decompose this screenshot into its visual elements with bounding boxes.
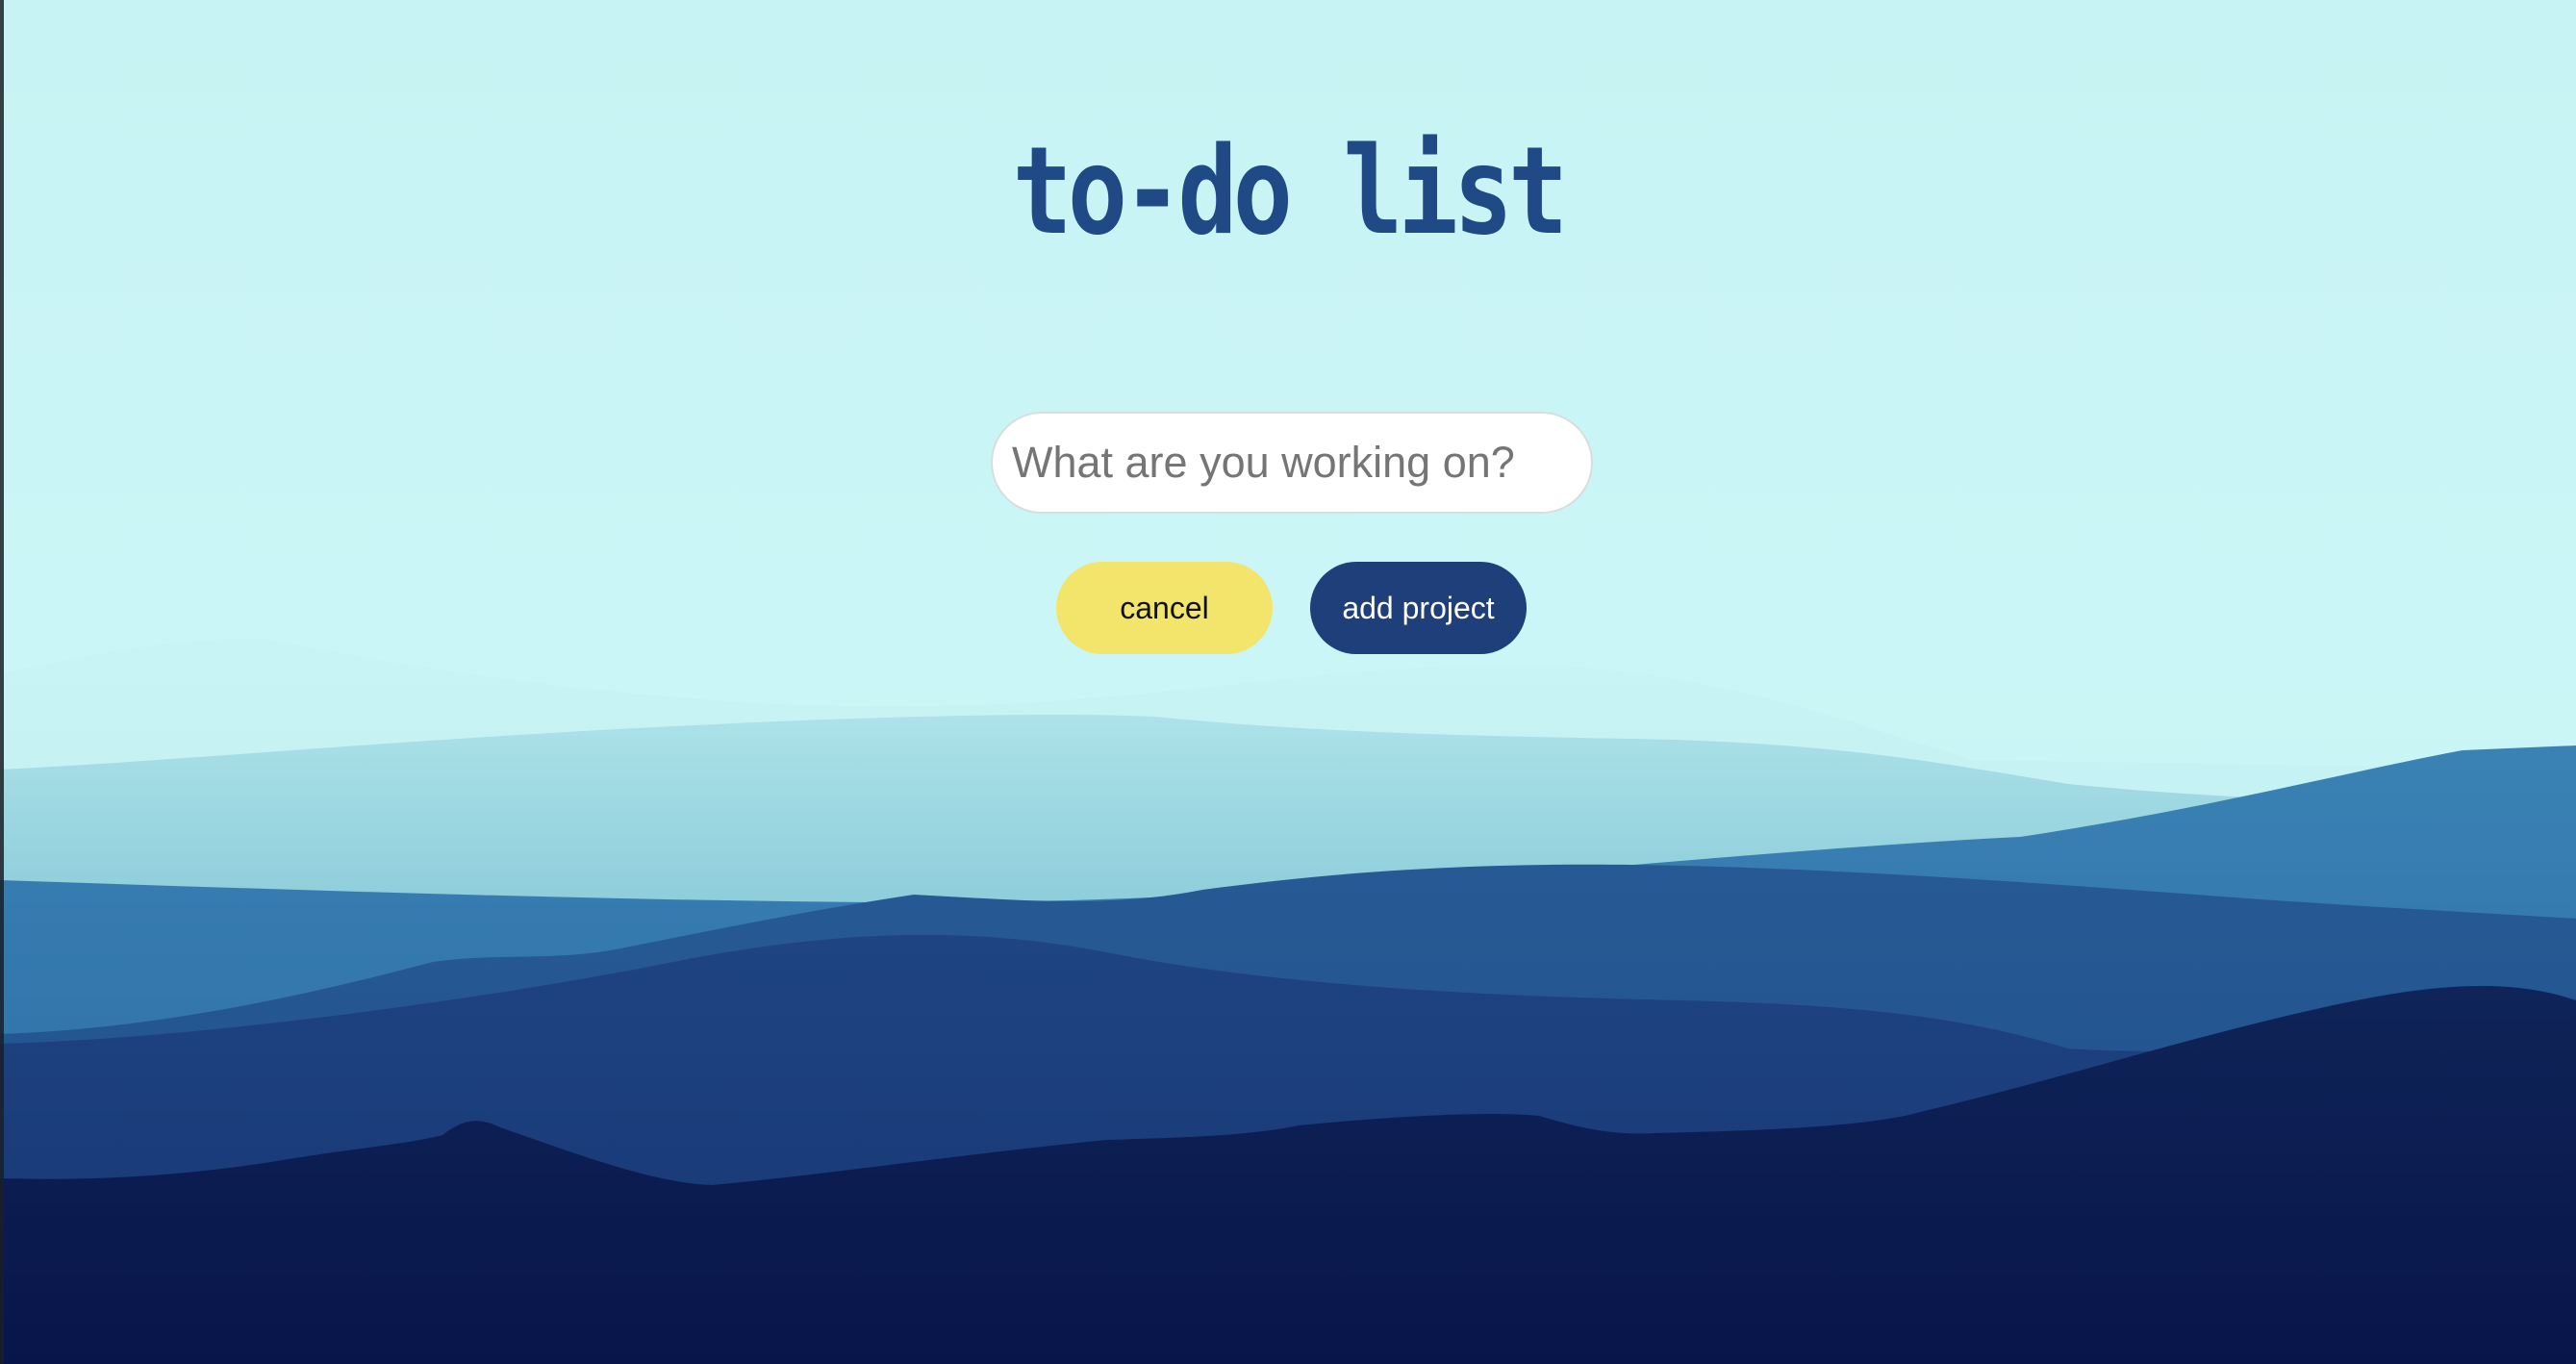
- app-screen: to-do list cancel add project: [0, 0, 2576, 1364]
- window-edge: [0, 0, 4, 1364]
- project-input-wrapper: [991, 412, 1593, 514]
- page-title: to-do list: [1012, 120, 1569, 263]
- add-project-button[interactable]: add project: [1310, 562, 1527, 654]
- cancel-button[interactable]: cancel: [1056, 562, 1273, 654]
- project-name-input[interactable]: [993, 414, 1591, 512]
